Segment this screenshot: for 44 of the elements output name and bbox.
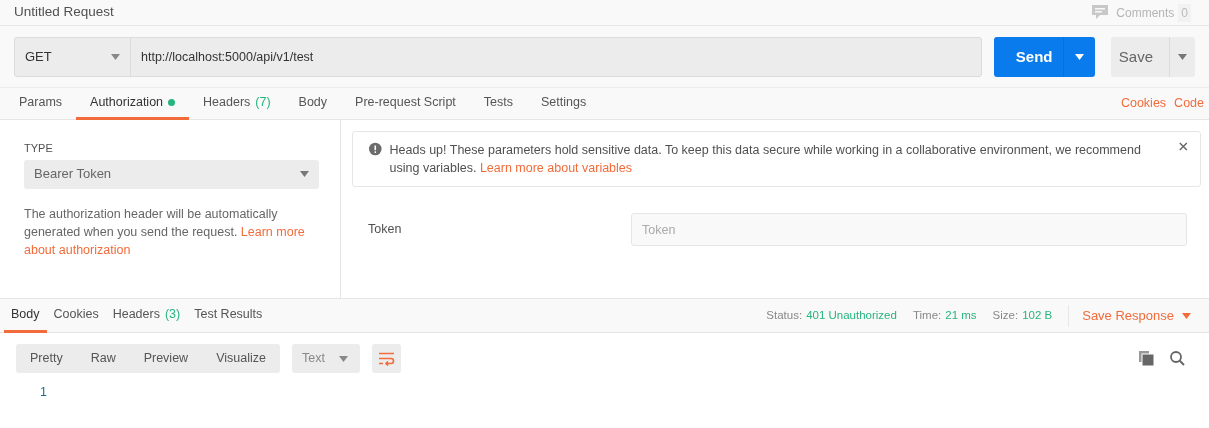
response-tab[interactable]: Test Results bbox=[187, 299, 270, 333]
auth-description: The authorization header will be automatically generated when you send the request. Learn more about authorization bbox=[24, 205, 306, 259]
wrap-button[interactable] bbox=[371, 344, 401, 373]
status-value: 102 B bbox=[1022, 307, 1053, 323]
request-tab[interactable]: Settings bbox=[527, 88, 601, 120]
view-mode-button[interactable]: Raw bbox=[76, 344, 130, 373]
caret-icon bbox=[300, 171, 309, 177]
status-value: 21 ms bbox=[945, 307, 977, 323]
close-icon bbox=[1179, 141, 1188, 152]
request-tab[interactable]: Body bbox=[284, 88, 342, 120]
auth-type-dropdown[interactable]: Bearer Token bbox=[24, 159, 319, 189]
line-number: 1 bbox=[39, 384, 48, 401]
status-label: Status: bbox=[766, 307, 803, 323]
view-mode-button[interactable]: Preview bbox=[129, 344, 203, 373]
request-tab[interactable]: Tests bbox=[469, 88, 527, 120]
request-title: Untitled Request bbox=[14, 3, 114, 22]
token-field[interactable]: Token bbox=[631, 213, 1187, 246]
request-tab[interactable]: Pre-request Script bbox=[341, 88, 470, 120]
notice-text: Heads up! These parameters hold sensitive data. To keep this data secure while working in a collaborative environment, we recommend using variables. Learn more about variables bbox=[389, 142, 1142, 177]
status-value: 401 Unauthorized bbox=[806, 307, 897, 323]
status-label: Time: bbox=[912, 307, 942, 323]
caret-icon bbox=[338, 355, 348, 362]
response-tab[interactable]: Cookies bbox=[46, 299, 106, 333]
send-button[interactable]: Send bbox=[993, 37, 1095, 77]
view-mode-button[interactable]: Pretty bbox=[16, 344, 77, 373]
caret-icon bbox=[1178, 54, 1187, 60]
caret-icon bbox=[1182, 312, 1191, 319]
type-label: TYPE bbox=[24, 141, 54, 156]
status-label: Size: bbox=[992, 307, 1019, 323]
token-label: Token bbox=[368, 221, 402, 239]
search-icon bbox=[1170, 351, 1185, 366]
request-tab[interactable]: Authorization bbox=[76, 88, 190, 120]
wrap-icon bbox=[377, 351, 395, 366]
caret-icon bbox=[1074, 54, 1084, 60]
save-button[interactable]: Save bbox=[1110, 37, 1195, 77]
warning-icon bbox=[369, 141, 382, 157]
status-dot bbox=[168, 99, 176, 106]
response-tab[interactable]: Body bbox=[4, 299, 47, 333]
copy-icon bbox=[1139, 351, 1154, 366]
response-tab[interactable]: Headers (3) bbox=[105, 299, 188, 333]
request-tab[interactable]: Headers (7) bbox=[189, 88, 285, 120]
view-mode-button[interactable]: Visualize bbox=[202, 344, 280, 373]
request-tab[interactable]: Params bbox=[5, 88, 77, 120]
comment-icon bbox=[1092, 5, 1109, 20]
